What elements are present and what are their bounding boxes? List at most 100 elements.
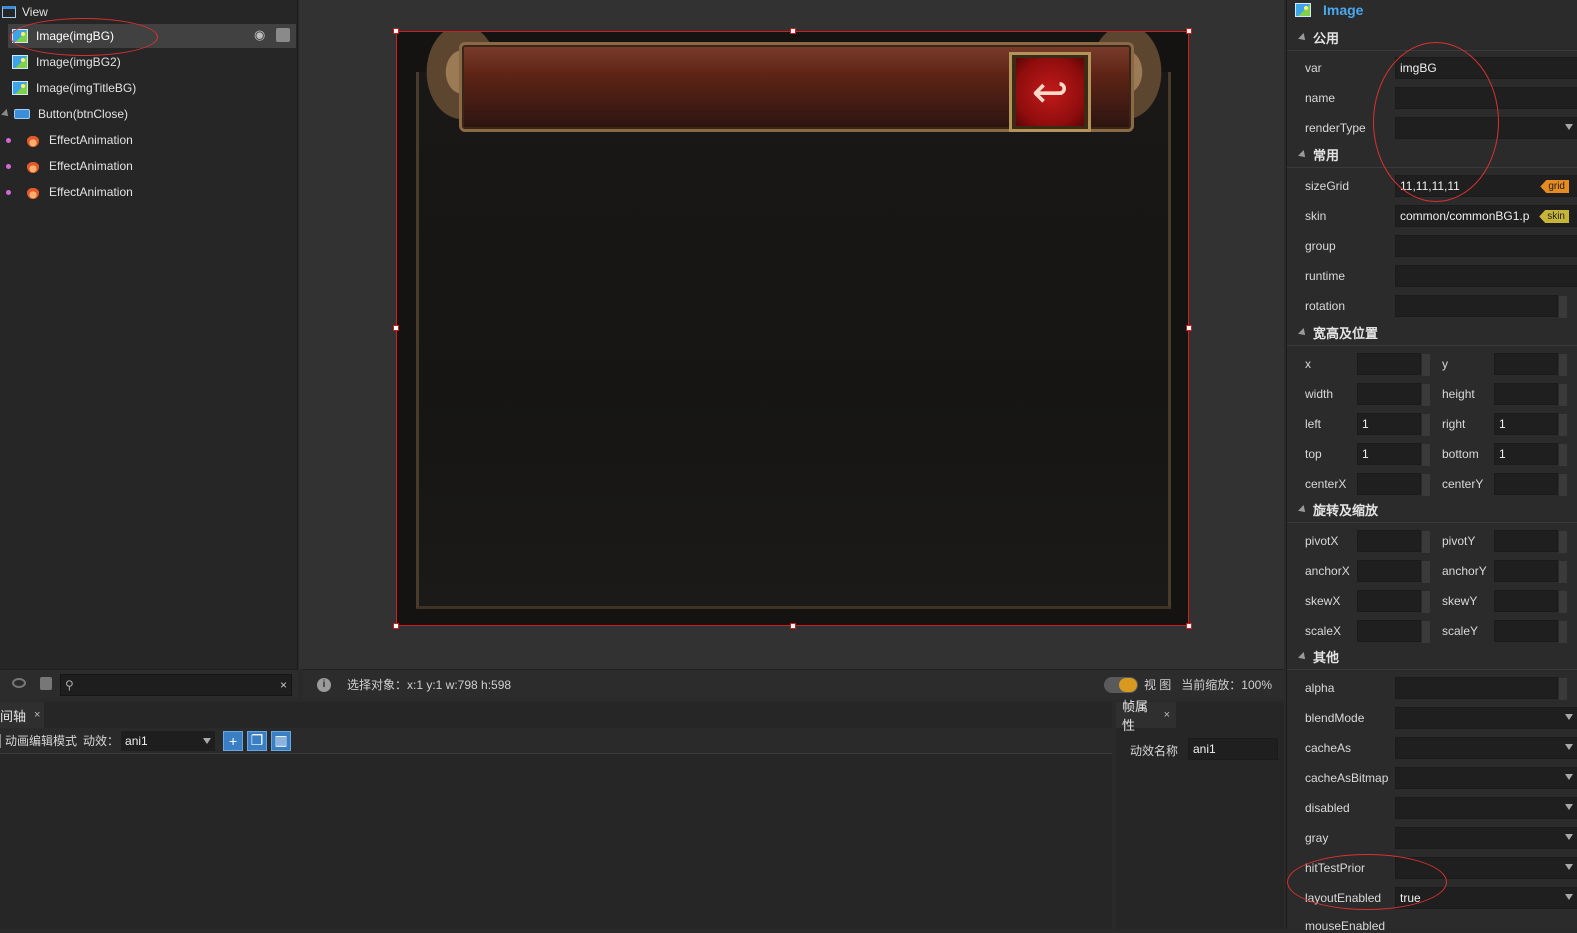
skin-tag-button[interactable]: skin <box>1539 210 1569 223</box>
resize-handle-r[interactable] <box>1186 325 1192 331</box>
delete-animation-button[interactable]: ▥ <box>271 730 292 751</box>
stepper-handle[interactable] <box>1422 561 1430 583</box>
scaley-input[interactable] <box>1494 620 1567 643</box>
scalex-input[interactable] <box>1357 620 1430 643</box>
stepper-handle[interactable] <box>1559 384 1567 406</box>
rotation-input[interactable] <box>1395 295 1567 318</box>
tree-search-input[interactable]: ⚲ × <box>60 674 292 696</box>
group-input[interactable] <box>1395 235 1577 257</box>
anchorx-input[interactable] <box>1357 560 1430 583</box>
tree-item-view[interactable]: View <box>0 0 296 24</box>
skewy-input[interactable] <box>1494 590 1567 613</box>
bottom-input[interactable]: 1 <box>1494 443 1567 466</box>
stepper-handle[interactable] <box>1559 354 1567 376</box>
blendmode-select[interactable] <box>1395 707 1577 729</box>
close-tab-icon[interactable]: × <box>34 709 40 721</box>
group-label: group <box>1305 239 1336 253</box>
pivoty-input[interactable] <box>1494 530 1567 553</box>
centerx-input[interactable] <box>1357 473 1430 496</box>
cacheas-select[interactable] <box>1395 737 1577 759</box>
stepper-handle[interactable] <box>1559 474 1567 496</box>
stepper-handle[interactable] <box>1559 296 1567 318</box>
x-input[interactable] <box>1357 353 1430 376</box>
resize-handle-bl[interactable] <box>393 623 399 629</box>
add-animation-button[interactable]: + <box>223 730 244 751</box>
close-tab-icon[interactable]: × <box>1164 709 1170 721</box>
stepper-handle[interactable] <box>1422 531 1430 553</box>
tree-item-label: Image(imgTitleBG) <box>36 81 137 95</box>
var-input[interactable]: imgBG <box>1395 57 1577 79</box>
tree-item-btnclose[interactable]: Button(btnClose) <box>0 102 296 126</box>
stepper-handle[interactable] <box>1422 444 1430 466</box>
effect-select[interactable]: ani1 <box>121 730 216 751</box>
resize-handle-t[interactable] <box>790 28 796 34</box>
rendertype-select[interactable] <box>1395 117 1577 139</box>
hittestprior-select[interactable] <box>1395 857 1577 879</box>
stepper-handle[interactable] <box>1559 414 1567 436</box>
tree-item-imgbg2[interactable]: Image(imgBG2) <box>8 50 304 74</box>
section-rotation-scale[interactable]: 旋转及缩放 <box>1287 497 1577 523</box>
resize-handle-b[interactable] <box>790 623 796 629</box>
stepper-handle[interactable] <box>1422 384 1430 406</box>
lock-icon[interactable] <box>276 28 290 42</box>
close-button[interactable]: ↩ <box>1009 52 1091 132</box>
height-label: height <box>1442 387 1475 401</box>
stepper-handle[interactable] <box>1422 621 1430 643</box>
stepper-handle[interactable] <box>1559 531 1567 553</box>
section-size-position[interactable]: 宽高及位置 <box>1287 320 1577 346</box>
cacheasbitmap-select[interactable] <box>1395 767 1577 789</box>
height-input[interactable] <box>1494 383 1567 406</box>
tree-item-imgtitlebg[interactable]: Image(imgTitleBG) <box>8 76 304 100</box>
tree-item-effect-2[interactable]: EffectAnimation <box>0 154 296 178</box>
stepper-handle[interactable] <box>1422 591 1430 613</box>
disabled-select[interactable] <box>1395 797 1577 819</box>
stepper-handle[interactable] <box>1422 354 1430 376</box>
anchory-input[interactable] <box>1494 560 1567 583</box>
skewx-input[interactable] <box>1357 590 1430 613</box>
alpha-input[interactable] <box>1395 677 1567 700</box>
tab-timeline[interactable]: 间轴 × <box>0 702 44 728</box>
y-input[interactable] <box>1494 353 1567 376</box>
name-input[interactable] <box>1395 87 1577 109</box>
expand-arrow-icon[interactable] <box>1 109 11 119</box>
effect-name-input[interactable]: ani1 <box>1188 738 1278 760</box>
view-toggle[interactable] <box>1103 676 1138 693</box>
tree-item-imgbg[interactable]: Image(imgBG) ◉ <box>8 24 296 48</box>
tab-frame-properties[interactable]: 帧属性 × <box>1116 699 1176 733</box>
resize-handle-tl[interactable] <box>393 28 399 34</box>
left-input[interactable]: 1 <box>1357 413 1430 436</box>
grid-tag-button[interactable]: grid <box>1540 180 1569 193</box>
lock-icon[interactable] <box>40 677 52 690</box>
tree-item-label: EffectAnimation <box>49 185 133 199</box>
stepper-handle[interactable] <box>1559 678 1567 700</box>
stepper-handle[interactable] <box>1559 561 1567 583</box>
stepper-handle[interactable] <box>1559 591 1567 613</box>
section-common[interactable]: 常用 <box>1287 142 1577 168</box>
runtime-input[interactable] <box>1395 265 1577 287</box>
layoutenabled-select[interactable]: true <box>1395 887 1577 909</box>
clear-search-icon[interactable]: × <box>280 678 287 692</box>
copy-animation-button[interactable]: ❐ <box>247 730 268 751</box>
eye-icon[interactable] <box>12 678 26 688</box>
visibility-eye-icon[interactable]: ◉ <box>254 28 270 43</box>
stepper-handle[interactable] <box>1559 444 1567 466</box>
width-input[interactable] <box>1357 383 1430 406</box>
pivotx-input[interactable] <box>1357 530 1430 553</box>
gray-select[interactable] <box>1395 827 1577 849</box>
sizegrid-input[interactable]: 11,11,11,11 grid <box>1395 175 1577 197</box>
centery-input[interactable] <box>1494 473 1567 496</box>
skin-input[interactable]: common/commonBG1.p skin <box>1395 205 1577 227</box>
section-public[interactable]: 公用 <box>1287 25 1577 51</box>
top-input[interactable]: 1 <box>1357 443 1430 466</box>
stepper-handle[interactable] <box>1422 414 1430 436</box>
stepper-handle[interactable] <box>1559 621 1567 643</box>
stepper-handle[interactable] <box>1422 474 1430 496</box>
right-input[interactable]: 1 <box>1494 413 1567 436</box>
tree-item-effect-1[interactable]: EffectAnimation <box>0 128 296 152</box>
resize-handle-l[interactable] <box>393 325 399 331</box>
section-other[interactable]: 其他 <box>1287 644 1577 670</box>
selected-image-imgbg[interactable]: ↩ <box>393 28 1192 629</box>
tree-item-effect-3[interactable]: EffectAnimation <box>0 180 296 204</box>
resize-handle-tr[interactable] <box>1186 28 1192 34</box>
resize-handle-br[interactable] <box>1186 623 1192 629</box>
